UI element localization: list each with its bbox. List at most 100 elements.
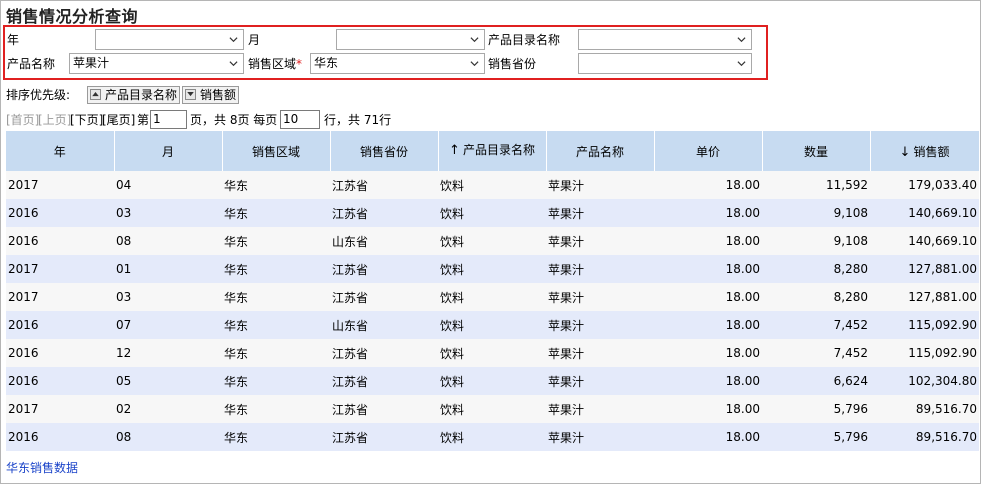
cell-month: 05: [114, 367, 222, 395]
chevron-down-icon: [229, 37, 238, 43]
cell-product: 苹果汁: [546, 395, 654, 423]
cell-quantity: 8,280: [762, 283, 870, 311]
cell-year: 2017: [6, 255, 114, 283]
cell-month: 02: [114, 395, 222, 423]
page-size-input[interactable]: 10: [280, 110, 320, 129]
cell-month: 03: [114, 283, 222, 311]
page-number-input[interactable]: 1: [150, 110, 187, 129]
cell-year: 2016: [6, 199, 114, 227]
column-header-region[interactable]: 销售区域: [222, 131, 331, 171]
cell-unit-price: 18.00: [654, 255, 762, 283]
pager-prev[interactable]: [上页]: [38, 110, 71, 130]
cell-region: 华东: [222, 395, 330, 423]
cell-region: 华东: [222, 227, 330, 255]
table-row: 2017 03 华东 江苏省 饮料 苹果汁 18.00 8,280 127,881.00: [6, 283, 979, 311]
sort-button-catalog-label: 产品目录名称: [105, 88, 178, 102]
sort-ascending-icon: [90, 89, 101, 100]
cell-province: 山东省: [330, 311, 438, 339]
province-select[interactable]: [578, 53, 752, 74]
catalog-select[interactable]: [578, 29, 752, 50]
cell-product: 苹果汁: [546, 199, 654, 227]
table-row: 2017 04 华东 江苏省 饮料 苹果汁 18.00 11,592 179,033.40: [6, 171, 979, 199]
region-select-value: 华东: [314, 56, 339, 70]
cell-region: 华东: [222, 283, 330, 311]
cell-province: 江苏省: [330, 171, 438, 199]
pager-next[interactable]: [下页]: [70, 110, 103, 130]
cell-month: 03: [114, 199, 222, 227]
cell-unit-price: 18.00: [654, 199, 762, 227]
table-row: 2016 08 华东 江苏省 饮料 苹果汁 18.00 5,796 89,516.70: [6, 423, 979, 451]
page-title: 销售情况分析查询: [6, 7, 139, 26]
east-china-sales-link[interactable]: 华东销售数据: [6, 459, 78, 476]
month-select[interactable]: [336, 29, 485, 50]
cell-unit-price: 18.00: [654, 395, 762, 423]
sort-button-sales[interactable]: 销售额: [182, 86, 240, 104]
column-header-year[interactable]: 年: [6, 131, 115, 171]
cell-province: 江苏省: [330, 199, 438, 227]
cell-quantity: 9,108: [762, 199, 870, 227]
cell-region: 华东: [222, 171, 330, 199]
cell-product: 苹果汁: [546, 423, 654, 451]
sort-button-sales-label: 销售额: [200, 88, 237, 102]
table-row: 2017 02 华东 江苏省 饮料 苹果汁 18.00 5,796 89,516.70: [6, 395, 979, 423]
sales-table: 年 月 销售区域 销售省份 ↑ 产品目录名称 产品名称 单价 数量 ↓ 销售额 20…: [6, 131, 980, 451]
cell-catalog: 饮料: [438, 423, 546, 451]
cell-unit-price: 18.00: [654, 171, 762, 199]
cell-region: 华东: [222, 255, 330, 283]
sort-down-arrow-icon: ↓: [899, 144, 911, 160]
cell-product: 苹果汁: [546, 283, 654, 311]
cell-province: 江苏省: [330, 255, 438, 283]
cell-unit-price: 18.00: [654, 283, 762, 311]
column-header-catalog[interactable]: ↑ 产品目录名称: [438, 131, 547, 171]
column-header-quantity[interactable]: 数量: [762, 131, 871, 171]
cell-unit-price: 18.00: [654, 367, 762, 395]
product-select-value: 苹果汁: [73, 56, 110, 70]
region-select[interactable]: 华东: [310, 53, 485, 74]
cell-quantity: 9,108: [762, 227, 870, 255]
pager-last[interactable]: [尾页]: [102, 110, 135, 130]
cell-quantity: 7,452: [762, 339, 870, 367]
cell-province: 江苏省: [330, 339, 438, 367]
cell-region: 华东: [222, 311, 330, 339]
column-header-product[interactable]: 产品名称: [546, 131, 655, 171]
cell-sales: 140,669.10: [870, 227, 979, 255]
cell-province: 江苏省: [330, 367, 438, 395]
pager-page-prefix: 第: [137, 113, 150, 127]
year-select[interactable]: [95, 29, 244, 50]
chevron-down-icon: [470, 61, 479, 67]
cell-year: 2016: [6, 367, 114, 395]
cell-catalog: 饮料: [438, 255, 546, 283]
cell-product: 苹果汁: [546, 171, 654, 199]
column-header-month[interactable]: 月: [114, 131, 223, 171]
required-marker: *: [296, 57, 303, 71]
cell-unit-price: 18.00: [654, 227, 762, 255]
cell-month: 08: [114, 423, 222, 451]
cell-unit-price: 18.00: [654, 311, 762, 339]
table-row: 2016 07 华东 山东省 饮料 苹果汁 18.00 7,452 115,092.90: [6, 311, 979, 339]
table-row: 2017 01 华东 江苏省 饮料 苹果汁 18.00 8,280 127,881.00: [6, 255, 979, 283]
cell-year: 2016: [6, 423, 114, 451]
cell-month: 04: [114, 171, 222, 199]
cell-quantity: 5,796: [762, 423, 870, 451]
cell-sales: 179,033.40: [870, 171, 979, 199]
cell-quantity: 7,452: [762, 311, 870, 339]
table-row: 2016 08 华东 山东省 饮料 苹果汁 18.00 9,108 140,669.10: [6, 227, 979, 255]
pager-first[interactable]: [首页]: [6, 110, 39, 130]
column-header-province[interactable]: 销售省份: [330, 131, 439, 171]
month-label: 月: [248, 33, 261, 47]
chevron-down-icon: [470, 37, 479, 43]
cell-catalog: 饮料: [438, 339, 546, 367]
cell-sales: 89,516.70: [870, 395, 979, 423]
table-row: 2016 03 华东 江苏省 饮料 苹果汁 18.00 9,108 140,669.10: [6, 199, 979, 227]
cell-sales: 140,669.10: [870, 199, 979, 227]
sort-button-catalog[interactable]: 产品目录名称: [87, 86, 181, 104]
product-select[interactable]: 苹果汁: [69, 53, 244, 74]
cell-month: 08: [114, 227, 222, 255]
cell-catalog: 饮料: [438, 395, 546, 423]
table-row: 2016 05 华东 江苏省 饮料 苹果汁 18.00 6,624 102,304.80: [6, 367, 979, 395]
cell-product: 苹果汁: [546, 255, 654, 283]
pager-page-suffix: 页，共 8页 每页: [190, 113, 278, 127]
column-header-sales[interactable]: ↓ 销售额: [870, 131, 980, 171]
pager-total: 行，共 71行: [324, 113, 392, 127]
column-header-unit-price[interactable]: 单价: [654, 131, 763, 171]
